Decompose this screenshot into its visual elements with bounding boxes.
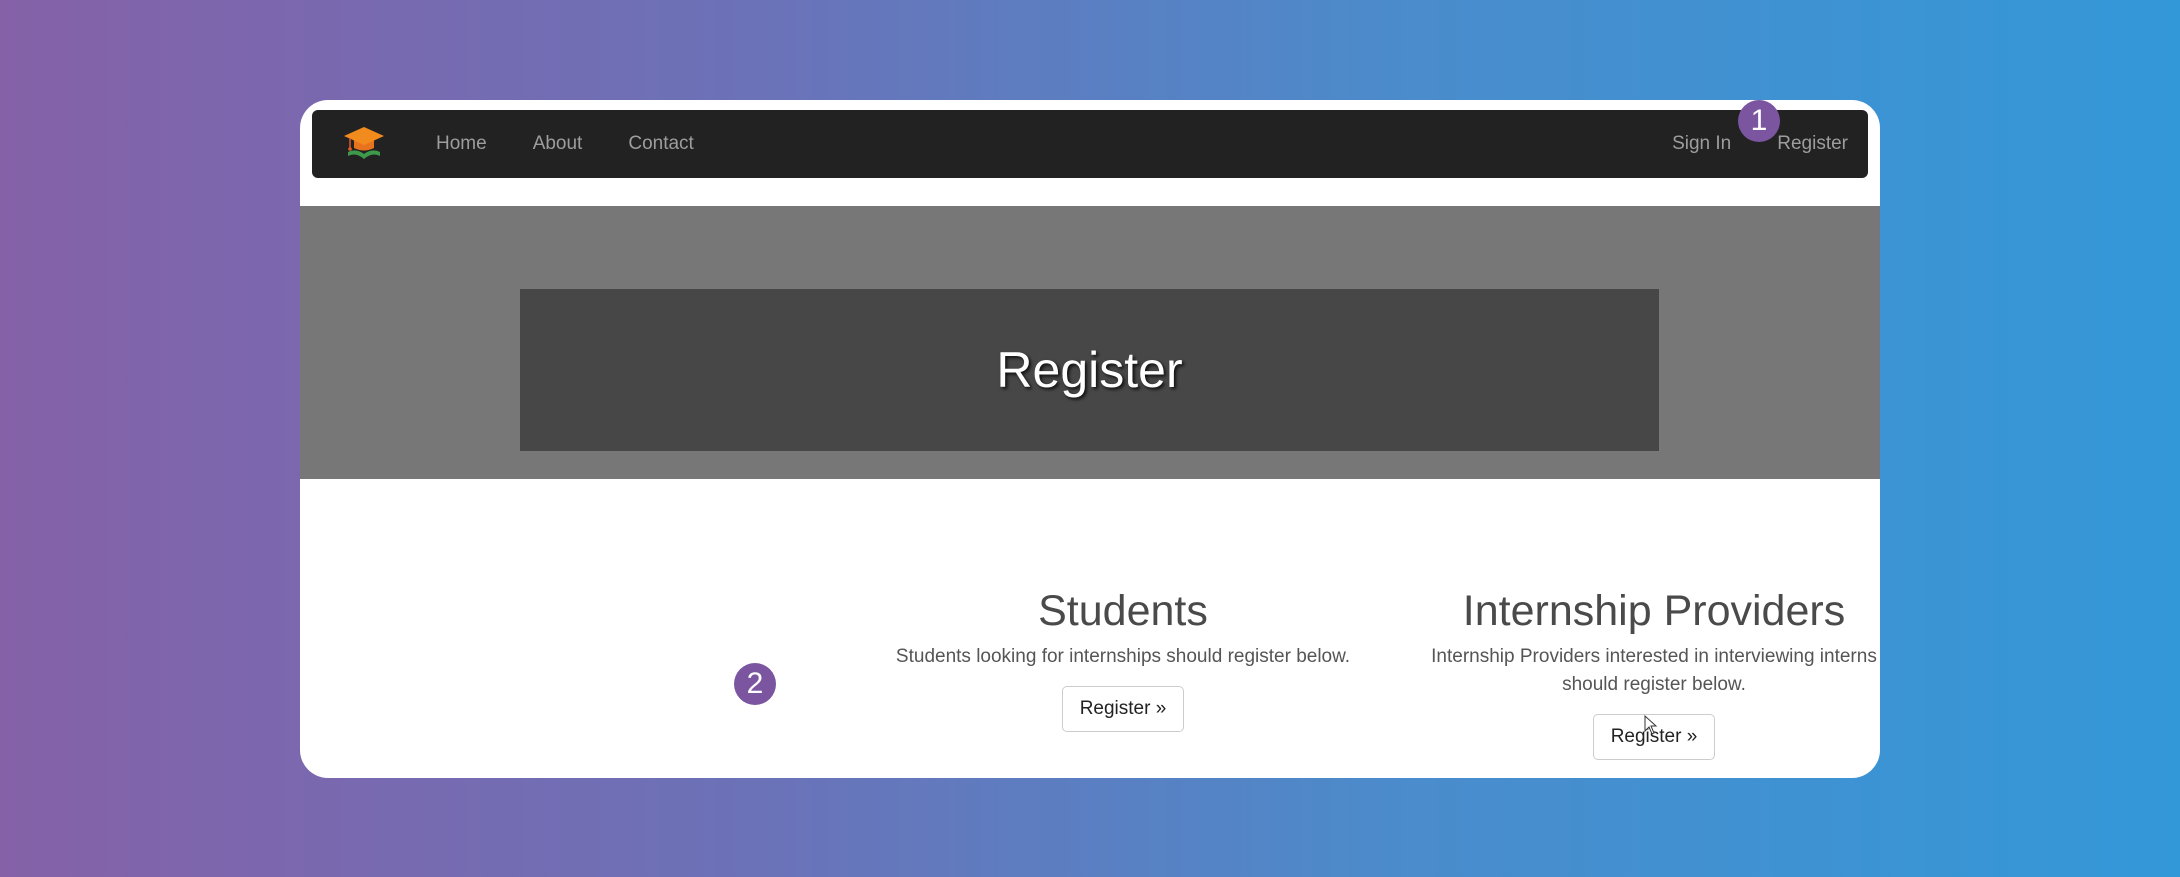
students-description: Students looking for internships should … bbox=[895, 646, 1351, 667]
nav-register-link[interactable]: Register bbox=[1777, 133, 1848, 155]
nav-right: Sign In Register bbox=[1626, 133, 1848, 155]
nav-about-link[interactable]: About bbox=[533, 133, 583, 155]
graduation-cap-logo-icon[interactable] bbox=[342, 122, 386, 166]
nav-left: Home About Contact bbox=[312, 122, 740, 166]
page-title: Register bbox=[996, 342, 1183, 398]
nav-sign-in-link[interactable]: Sign In bbox=[1672, 133, 1731, 155]
mouse-pointer-icon bbox=[1644, 715, 1658, 735]
hero-box: Register bbox=[520, 289, 1659, 451]
step-badge-1: 1 bbox=[1738, 100, 1780, 142]
providers-heading: Internship Providers bbox=[1462, 587, 1846, 635]
navbar: Home About Contact Sign In Register bbox=[312, 110, 1868, 178]
nav-home-link[interactable]: Home bbox=[436, 133, 487, 155]
browser-frame: Home About Contact Sign In Register Regi… bbox=[300, 100, 1880, 778]
nav-contact-link[interactable]: Contact bbox=[628, 133, 693, 155]
students-register-button[interactable]: Register » bbox=[1061, 686, 1185, 732]
providers-description: Internship Providers interested in inter… bbox=[1431, 646, 1877, 695]
hero-banner: Register bbox=[300, 206, 1880, 479]
students-heading: Students bbox=[1038, 587, 1208, 635]
students-section: Students Students looking for internship… bbox=[883, 585, 1363, 732]
step-badge-2: 2 bbox=[734, 663, 776, 705]
